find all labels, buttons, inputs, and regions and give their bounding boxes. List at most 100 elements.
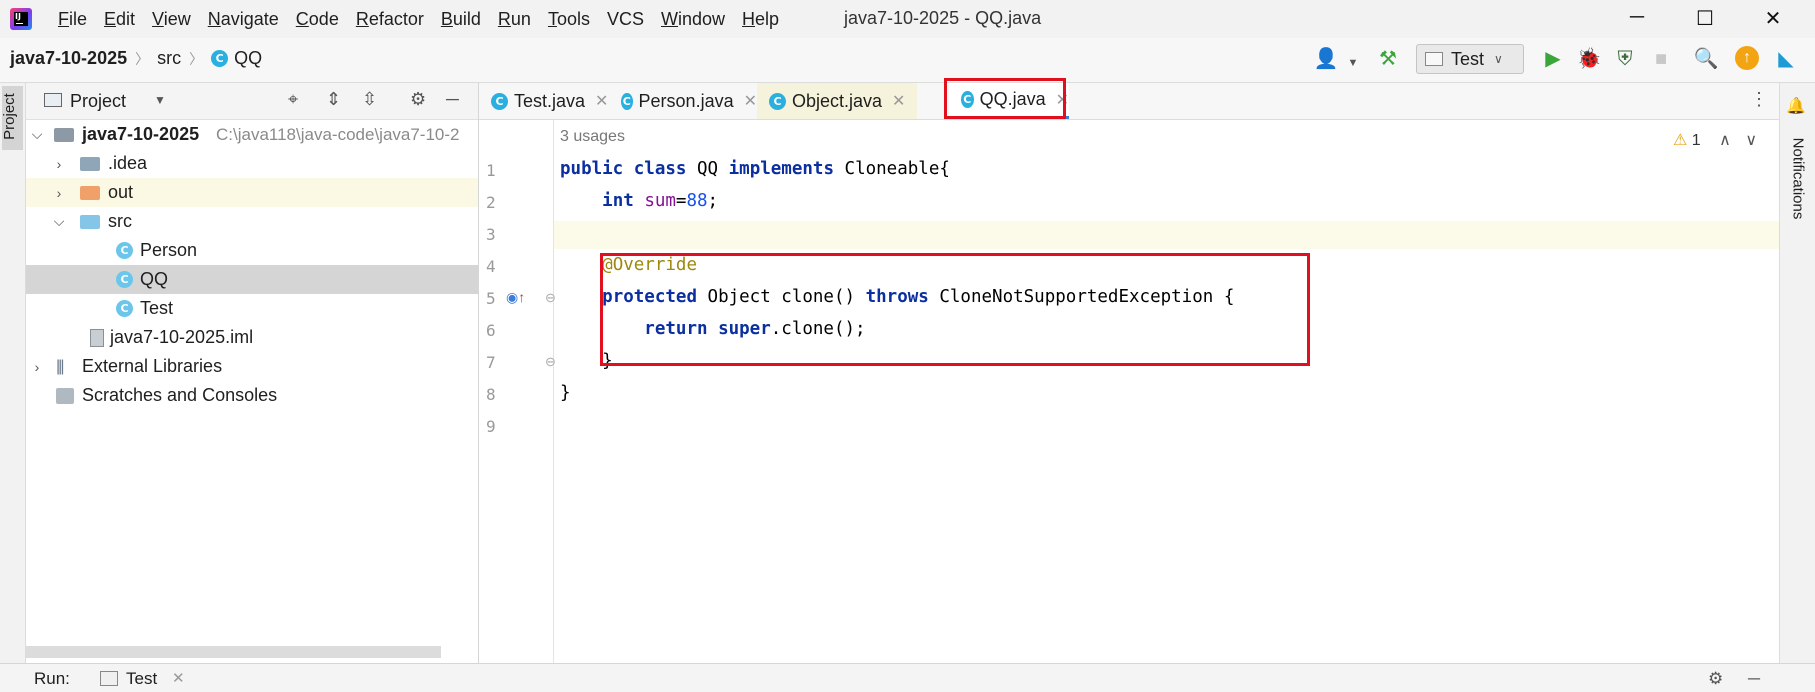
project-tool-window-button[interactable]: Project — [1, 86, 23, 150]
coverage-shield-icon[interactable]: ⛨ — [1612, 48, 1638, 70]
breadcrumb-src[interactable]: src — [157, 48, 181, 69]
run-tab-test[interactable]: Test — [126, 669, 157, 689]
chevron-down-icon[interactable]: ▼ — [1340, 52, 1366, 74]
gear-icon[interactable]: ⚙ — [1708, 669, 1723, 689]
project-panel-title[interactable]: Project — [70, 91, 126, 112]
menu-window[interactable]: Window — [661, 8, 725, 30]
code-token: ; — [707, 191, 719, 211]
search-icon[interactable]: 🔍 — [1693, 48, 1719, 70]
close-tab-icon[interactable]: ✕ — [744, 91, 757, 111]
horizontal-scrollbar[interactable] — [26, 646, 441, 658]
tree-item-root[interactable]: ⌵ java7-10-2025 C:\java118\java-code\jav… — [26, 120, 478, 149]
tab-test-java[interactable]: C Test.java ✕ — [479, 83, 609, 119]
fold-end-icon[interactable]: ⊖ — [545, 354, 556, 370]
update-icon[interactable]: ↑ — [1735, 46, 1759, 70]
iml-file-icon — [90, 328, 104, 347]
override-gutter-icon[interactable]: ◉↑ — [506, 289, 525, 306]
chevron-up-icon[interactable]: ∧ — [1719, 132, 1731, 149]
gear-icon[interactable]: ⚙ — [410, 89, 426, 110]
collapse-all-icon[interactable]: ⇳ — [362, 89, 377, 110]
bell-icon[interactable]: 🔔 — [1786, 96, 1806, 116]
chevron-right-icon[interactable]: › — [30, 359, 44, 375]
class-icon: C — [211, 50, 229, 67]
close-window-button[interactable]: ✕ — [1758, 6, 1788, 31]
tree-item-label: Test — [140, 298, 174, 318]
tree-item-iml[interactable]: java7-10-2025.iml — [26, 323, 478, 352]
menu-tools[interactable]: Tools — [548, 8, 590, 30]
line-number: 3 — [486, 225, 496, 244]
hide-panel-icon[interactable]: ─ — [446, 89, 459, 110]
code-line-1[interactable]: public class QQ implements Cloneable{ — [560, 159, 950, 179]
run-label: Run: — [34, 669, 70, 688]
tree-item-idea[interactable]: › .idea — [26, 149, 478, 178]
tab-label: Object.java — [792, 90, 883, 111]
code-token: public — [560, 159, 624, 179]
menu-edit[interactable]: Edit — [104, 8, 135, 30]
tree-item-external-libraries[interactable]: › ||| External Libraries — [26, 352, 478, 381]
menu-build[interactable]: Build — [441, 8, 481, 30]
inspection-warnings-indicator[interactable]: ⚠ 1 ∧ ∨ — [1673, 130, 1757, 150]
build-hammer-icon[interactable]: ⚒ — [1375, 48, 1401, 70]
chevron-right-icon[interactable]: › — [52, 156, 66, 172]
close-tab-icon[interactable]: ✕ — [595, 91, 608, 111]
jetbrains-ai-icon[interactable]: ◣ — [1773, 48, 1799, 70]
breadcrumb-project[interactable]: java7-10-2025 — [10, 48, 127, 69]
tab-person-java[interactable]: C Person.java ✕ — [609, 83, 757, 119]
code-highlight-box — [600, 253, 1310, 366]
tree-item-person[interactable]: C Person — [26, 236, 478, 265]
breadcrumb: java7-10-2025 〉 src 〉 C QQ — [10, 48, 262, 69]
tree-item-test[interactable]: C Test — [26, 294, 478, 323]
tree-item-out[interactable]: › out — [26, 178, 478, 207]
code-line-8[interactable]: } — [560, 383, 571, 403]
locate-target-icon[interactable]: ⌖ — [288, 89, 298, 110]
minimize-button[interactable]: ─ — [1622, 6, 1652, 29]
chevron-down-icon[interactable]: ⌵ — [52, 213, 66, 230]
line-number: 6 — [486, 321, 496, 340]
line-number: 4 — [486, 257, 496, 276]
expand-all-icon[interactable]: ⇕ — [326, 89, 341, 110]
class-icon: C — [116, 242, 133, 259]
maximize-button[interactable]: ☐ — [1690, 6, 1720, 31]
debug-bug-icon[interactable]: 🐞 — [1576, 48, 1602, 70]
tree-item-label: External Libraries — [82, 356, 223, 376]
breadcrumb-separator-icon: 〉 — [189, 50, 204, 67]
menu-navigate[interactable]: Navigate — [208, 8, 279, 30]
tree-item-src[interactable]: ⌵ src — [26, 207, 478, 236]
breadcrumb-class[interactable]: QQ — [234, 48, 262, 69]
more-options-icon[interactable]: ⋮ — [1750, 89, 1768, 110]
menu-view[interactable]: View — [152, 8, 191, 30]
chevron-down-icon[interactable]: ∨ — [1745, 132, 1757, 149]
code-token: QQ — [697, 159, 719, 179]
current-line-highlight — [479, 221, 1779, 249]
hide-panel-icon[interactable]: ─ — [1748, 669, 1760, 689]
editor-tab-bar: C Test.java ✕ C Person.java ✕ C Object.j… — [479, 83, 1779, 120]
menu-run[interactable]: Run — [498, 8, 531, 30]
close-tab-icon[interactable]: ✕ — [892, 91, 905, 111]
menu-bar: IJ File Edit View Navigate Code Refactor… — [0, 0, 1815, 38]
tree-item-scratches[interactable]: Scratches and Consoles — [26, 381, 478, 410]
line-number: 2 — [486, 193, 496, 212]
menu-code[interactable]: Code — [296, 8, 339, 30]
usages-hint[interactable]: 3 usages — [560, 128, 625, 146]
tree-item-label: Person — [140, 240, 198, 260]
user-account-icon[interactable]: 👤 — [1313, 48, 1339, 70]
run-configuration-select[interactable]: Test ∨ — [1416, 44, 1524, 74]
chevron-down-icon[interactable]: ⌵ — [30, 126, 44, 143]
menu-vcs[interactable]: VCS — [607, 8, 644, 30]
class-icon: C — [769, 92, 786, 110]
chevron-right-icon[interactable]: › — [52, 185, 66, 201]
intellij-logo-icon: IJ — [10, 8, 32, 30]
run-play-icon[interactable]: ▶ — [1540, 48, 1566, 70]
menu-file[interactable]: File — [58, 8, 87, 30]
tree-item-qq[interactable]: C QQ — [26, 265, 478, 294]
code-line-2[interactable]: int sum=88; — [560, 191, 718, 211]
library-icon: ||| — [56, 357, 65, 375]
menu-help[interactable]: Help — [742, 8, 779, 30]
stop-icon[interactable]: ■ — [1648, 48, 1674, 70]
close-tab-icon[interactable]: ✕ — [172, 669, 185, 687]
menu-refactor[interactable]: Refactor — [356, 8, 424, 30]
fold-icon[interactable]: ⊖ — [545, 290, 556, 306]
chevron-down-icon[interactable]: ▼ — [154, 93, 166, 107]
notifications-tool-window-button[interactable]: Notifications — [1779, 120, 1809, 230]
tab-object-java[interactable]: C Object.java ✕ — [757, 83, 917, 119]
